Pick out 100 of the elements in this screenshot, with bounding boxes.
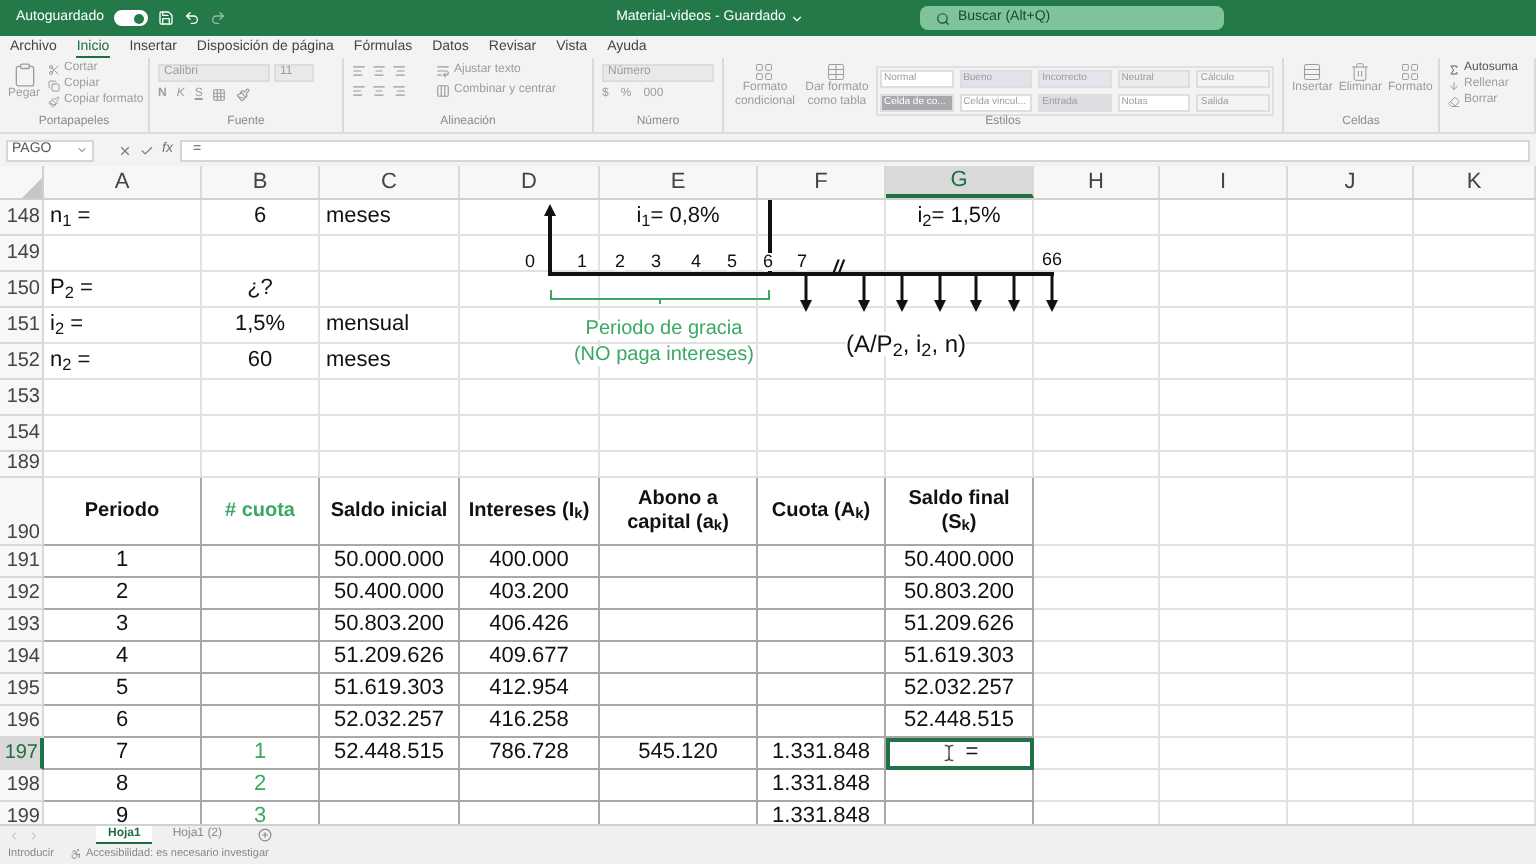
empty-cell: [320, 416, 460, 452]
row-number[interactable]: 153: [0, 380, 44, 416]
empty-cell: [320, 380, 460, 416]
column-header[interactable]: H: [1034, 166, 1160, 198]
row-number[interactable]: 151: [0, 308, 44, 344]
align-middle-icon[interactable]: [372, 64, 386, 78]
align-bottom-icon[interactable]: [392, 64, 406, 78]
row-number[interactable]: 195: [0, 674, 44, 706]
empty-cell: [1288, 674, 1414, 706]
empty-cell: [320, 272, 460, 308]
active-cell[interactable]: =: [886, 738, 1034, 770]
column-header[interactable]: A: [44, 166, 202, 198]
trash-icon: [1350, 62, 1371, 82]
row-number[interactable]: 196: [0, 706, 44, 738]
empty-cell: [1034, 546, 1160, 578]
table-cell: 52.448.515: [886, 706, 1034, 738]
row-number[interactable]: 191: [0, 546, 44, 578]
table-cell: 7: [44, 738, 202, 770]
empty-cell: [1288, 738, 1414, 770]
column-header[interactable]: I: [1160, 166, 1288, 198]
row-number[interactable]: 189: [0, 452, 44, 478]
empty-cell: [758, 578, 886, 610]
save-icon[interactable]: [157, 10, 174, 26]
timeline-label: 0: [525, 253, 535, 271]
empty-cell: [202, 236, 320, 272]
header-cell: [1288, 478, 1414, 546]
empty-cell: [1288, 236, 1414, 272]
header-cell: Saldo inicial: [320, 478, 460, 546]
table-cell: 1.331.848: [758, 770, 886, 802]
empty-cell: [1414, 344, 1536, 380]
cancel-icon[interactable]: [118, 143, 132, 157]
row-number[interactable]: 190: [0, 478, 44, 546]
undo-icon[interactable]: [183, 10, 200, 26]
table-cell: 3: [44, 610, 202, 642]
table-cell: 1: [202, 738, 320, 770]
grid-icon: [754, 62, 775, 82]
previous-sheet-icon[interactable]: [8, 829, 20, 841]
timeline-label: 66: [1042, 251, 1062, 269]
table-cell: 1,5%: [202, 308, 320, 344]
empty-cell: [1160, 452, 1288, 478]
empty-cell: [460, 452, 600, 478]
next-sheet-icon[interactable]: [28, 829, 40, 841]
empty-cell: [202, 642, 320, 674]
column-header[interactable]: J: [1288, 166, 1414, 198]
empty-cell: [1414, 200, 1536, 236]
empty-cell: [1414, 272, 1536, 308]
empty-cell: [1414, 738, 1536, 770]
empty-cell: [1288, 578, 1414, 610]
table-cell: meses: [320, 344, 460, 380]
add-sheet-icon[interactable]: [258, 828, 273, 842]
align-right-icon[interactable]: [392, 84, 406, 98]
table-cell: 60: [202, 344, 320, 380]
autosave-toggle[interactable]: [113, 10, 148, 26]
column-header[interactable]: K: [1414, 166, 1536, 198]
header-cell: [1414, 478, 1536, 546]
column-header[interactable]: G: [886, 166, 1034, 198]
align-left-icon[interactable]: [352, 84, 366, 98]
row-number[interactable]: 199: [0, 802, 44, 824]
column-header[interactable]: B: [202, 166, 320, 198]
row-number[interactable]: 152: [0, 344, 44, 380]
row-number[interactable]: 149: [0, 236, 44, 272]
row-number[interactable]: 198: [0, 770, 44, 802]
column-header[interactable]: D: [460, 166, 600, 198]
empty-cell: [1034, 706, 1160, 738]
scissors-icon: [48, 63, 61, 75]
row-number[interactable]: 197: [0, 738, 44, 770]
empty-cell: [460, 380, 600, 416]
row-number[interactable]: 193: [0, 610, 44, 642]
empty-cell: [1414, 674, 1536, 706]
timeline-label: 2: [615, 253, 625, 271]
empty-cell: [1160, 546, 1288, 578]
accessibility-icon[interactable]: [69, 848, 82, 860]
enter-icon[interactable]: [140, 143, 154, 157]
down-arrow: [858, 274, 870, 312]
row-number[interactable]: 150: [0, 272, 44, 308]
header-cell: Abono a capital (a$_{k}$): [600, 478, 758, 546]
empty-cell: [1160, 272, 1288, 308]
empty-cell: [1288, 770, 1414, 802]
column-header[interactable]: C: [320, 166, 460, 198]
arrow-down-icon: [1448, 79, 1460, 91]
row-number[interactable]: 154: [0, 416, 44, 452]
row-number[interactable]: 194: [0, 642, 44, 674]
borders-icon[interactable]: [212, 88, 227, 102]
fill-color-icon[interactable]: [236, 88, 251, 102]
empty-cell: [1034, 770, 1160, 802]
empty-cell: [1288, 272, 1414, 308]
empty-cell: [1034, 452, 1160, 478]
column-header[interactable]: E: [600, 166, 758, 198]
align-top-icon[interactable]: [352, 64, 366, 78]
table-cell: ¿?: [202, 272, 320, 308]
empty-cell: [202, 380, 320, 416]
grace-period-note: (NO paga intereses): [573, 346, 755, 366]
empty-cell: [1160, 610, 1288, 642]
row-number[interactable]: 192: [0, 578, 44, 610]
table-cell: 1: [44, 546, 202, 578]
align-center-icon[interactable]: [372, 84, 386, 98]
empty-cell: [460, 416, 600, 452]
timeline-label: 4: [691, 253, 701, 271]
row-number[interactable]: 148: [0, 200, 44, 236]
table-cell: i$_{2}$= 1,5%: [886, 200, 1034, 236]
